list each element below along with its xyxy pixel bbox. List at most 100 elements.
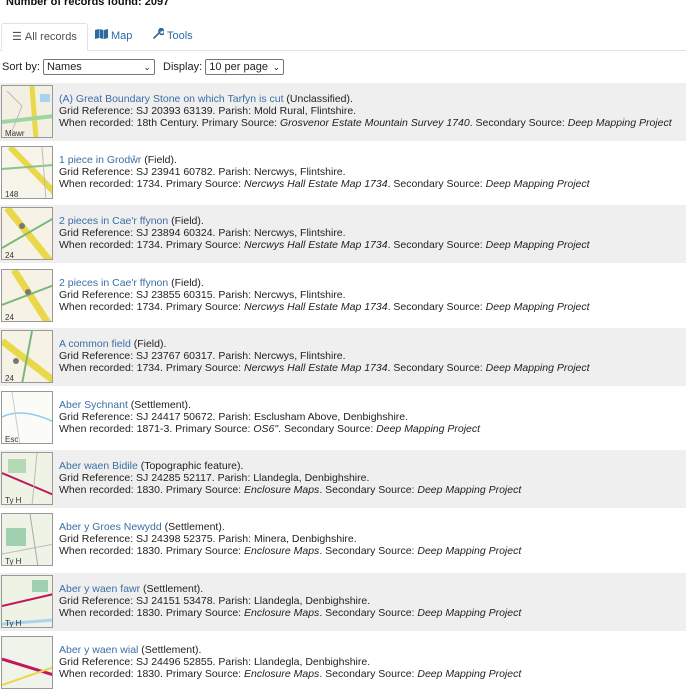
parish: Llandegla, Denbighshire <box>253 472 367 485</box>
parish: Nercwys, Flintshire <box>253 349 343 362</box>
map-thumbnail[interactable] <box>1 635 53 689</box>
secondary-label: . Secondary Source: <box>319 667 418 680</box>
map-thumbnail[interactable]: Ty H <box>1 513 53 567</box>
primary-label: . Primary Source: <box>195 117 280 129</box>
tab-map[interactable]: Map <box>85 23 142 51</box>
primary-label: . Primary Source: <box>159 545 245 558</box>
primary-source: Nercwys Hall Estate Map 1734 <box>244 300 388 313</box>
primary-source: Nercwys Hall Estate Map 1734 <box>244 361 388 374</box>
map-thumbnail[interactable]: 148 <box>1 146 53 200</box>
record-link[interactable]: Aber Sychnant <box>59 399 128 411</box>
record-row: Mawr (A) Great Boundary Stone on which Ta… <box>0 83 686 141</box>
secondary-label: . Secondary Source: <box>278 423 377 435</box>
map-thumbnail[interactable]: 24 <box>1 207 53 261</box>
map-thumbnail[interactable]: 24 <box>1 268 53 322</box>
record-row: 24 2 pieces in Cae'r ffynon (Field). Grid … <box>0 266 686 325</box>
secondary-label: . Secondary Source: <box>319 545 418 558</box>
secondary-label: . Secondary Source: <box>387 178 486 191</box>
record-type: (Settlement). <box>138 643 202 656</box>
record-info: Aber y Groes Newydd (Settlement). Grid Re… <box>59 521 522 558</box>
primary-source: Nercwys Hall Estate Map 1734 <box>244 239 388 252</box>
record-link[interactable]: Aber y Groes Newydd <box>59 521 162 533</box>
thumb-label: Esc <box>5 435 18 444</box>
grid-ref: SJ 24151 53478 <box>136 594 213 607</box>
parish-label: . Parish: <box>212 655 254 668</box>
grid-ref: SJ 23894 60324 <box>136 227 213 240</box>
record-type: (Settlement). <box>140 582 204 595</box>
map-thumbnail[interactable]: Ty H <box>1 574 53 628</box>
secondary-label: . Secondary Source: <box>387 361 486 374</box>
map-thumbnail[interactable]: 24 <box>1 329 53 383</box>
map-thumbnail[interactable]: Esc <box>1 391 53 444</box>
grid-ref: SJ 23855 60315 <box>136 288 213 301</box>
when-recorded: 1830 <box>136 606 160 619</box>
record-info: 1 piece in Grodŵr (Field). Grid Reference… <box>59 154 590 191</box>
grid-label: Grid Reference: <box>59 594 137 607</box>
chevron-down-icon: ⌄ <box>143 62 151 72</box>
map-thumbnail[interactable]: Mawr <box>1 85 53 138</box>
record-info: 2 pieces in Cae'r ffynon (Field). Grid Re… <box>59 276 590 313</box>
when-recorded: 1734 <box>136 300 160 313</box>
tab-all-records[interactable]: ☰ All records <box>1 23 88 51</box>
tab-tools[interactable]: Tools <box>143 23 203 51</box>
primary-label: . Primary Source: <box>159 300 245 313</box>
thumb-label: 148 <box>5 190 19 199</box>
primary-source: Nercwys Hall Estate Map 1734 <box>244 178 388 191</box>
when-label: When recorded: <box>59 484 137 497</box>
parish: Minera, Denbighshire <box>253 533 354 546</box>
parish: Nercwys, Flintshire <box>253 227 343 240</box>
secondary-source: Deep Mapping Project <box>376 423 481 435</box>
primary-label: . Primary Source: <box>159 178 245 191</box>
when-label: When recorded: <box>59 545 137 558</box>
primary-source: Enclosure Maps <box>244 667 320 680</box>
record-link[interactable]: 2 pieces in Cae'r ffynon <box>59 215 168 227</box>
grid-ref: SJ 23941 60782 <box>136 166 213 179</box>
record-info: Aber Sychnant (Settlement). Grid Referenc… <box>59 399 481 435</box>
thumb-label: Ty H <box>5 496 22 505</box>
grid-label: Grid Reference: <box>59 655 137 668</box>
when-label: When recorded: <box>59 423 137 435</box>
when-recorded: 1830 <box>136 667 160 680</box>
record-link[interactable]: Aber y waen wial <box>59 644 138 656</box>
secondary-label: . Secondary Source: <box>469 117 568 129</box>
grid-label: Grid Reference: <box>59 411 137 423</box>
record-link[interactable]: 1 piece in Grodŵr <box>59 154 141 166</box>
record-link[interactable]: (A) Great Boundary Stone on which Tarfyn… <box>59 93 284 105</box>
primary-label: . Primary Source: <box>159 667 245 680</box>
grid-ref: SJ 24398 52375 <box>136 533 213 546</box>
record-link[interactable]: 2 pieces in Cae'r ffynon <box>59 277 168 289</box>
parish-label: . Parish: <box>212 533 254 546</box>
parish: Llandegla, Denbighshire <box>253 594 368 607</box>
record-row: Esc Aber Sychnant (Settlement). Grid Refer… <box>0 389 686 447</box>
sort-value: Names <box>46 61 82 74</box>
records-count: Number of records found: 2097 <box>6 0 170 8</box>
when-recorded: 1871-3 <box>136 423 170 435</box>
secondary-source: Deep Mapping Project <box>417 484 522 497</box>
thumb-label: Mawr <box>5 129 25 138</box>
parish: Mold Rural, Flintshire <box>253 105 354 117</box>
when-label: When recorded: <box>59 239 137 252</box>
record-row: 148 1 piece in Grodŵr (Field). Grid Refere… <box>0 144 686 203</box>
record-type: (Field). <box>168 276 204 289</box>
sort-select[interactable]: Names ⌄ <box>42 59 155 75</box>
primary-label: . Primary Source: <box>159 361 245 374</box>
parish: Nercwys, Flintshire <box>253 166 343 179</box>
record-link[interactable]: Aber y waen fawr <box>59 583 140 595</box>
grid-ref: SJ 24417 50672 <box>136 411 213 423</box>
list-icon: ☰ <box>12 31 22 43</box>
grid-ref: SJ 24285 52117 <box>136 472 212 485</box>
record-type: (Settlement). <box>127 399 191 411</box>
tab-label: Map <box>111 30 133 42</box>
record-link[interactable]: A common field <box>59 338 131 350</box>
tab-label: Tools <box>167 30 193 42</box>
thumb-label: 24 <box>5 251 14 260</box>
display-select[interactable]: 10 per page ⌄ <box>205 59 285 75</box>
record-link[interactable]: Aber waen Bidile <box>59 460 138 472</box>
grid-label: Grid Reference: <box>59 533 137 546</box>
tab-label: All records <box>24 31 77 43</box>
chevron-down-icon: ⌄ <box>272 62 281 72</box>
map-thumbnail[interactable]: Ty H <box>1 452 53 506</box>
record-info: A common field (Field). Grid Reference: S… <box>59 337 590 374</box>
grid-label: Grid Reference: <box>59 105 137 117</box>
parish-label: . Parish: <box>212 411 254 423</box>
